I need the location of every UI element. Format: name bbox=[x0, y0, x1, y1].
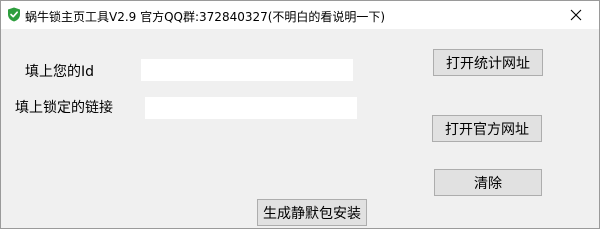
id-input[interactable] bbox=[141, 59, 353, 81]
link-input[interactable] bbox=[145, 97, 357, 119]
clear-button[interactable]: 清除 bbox=[434, 169, 542, 196]
shield-check-icon bbox=[7, 7, 21, 22]
window-title: 蜗牛锁主页工具V2.9 官方QQ群:372840327(不明白的看说明一下) bbox=[25, 10, 386, 24]
link-label: 填上锁定的链接 bbox=[15, 100, 113, 116]
close-icon bbox=[570, 9, 582, 21]
generate-silent-package-button[interactable]: 生成静默包安装 bbox=[257, 199, 367, 226]
title-bar[interactable]: 蜗牛锁主页工具V2.9 官方QQ群:372840327(不明白的看说明一下) bbox=[1, 1, 599, 29]
open-stats-url-button[interactable]: 打开统计网址 bbox=[433, 49, 543, 76]
close-button[interactable] bbox=[553, 1, 599, 29]
app-window: 蜗牛锁主页工具V2.9 官方QQ群:372840327(不明白的看说明一下) 填… bbox=[0, 0, 600, 229]
client-area: 填上您的Id 填上锁定的链接 打开统计网址 打开官方网址 清除 生成静默包安装 bbox=[1, 29, 599, 228]
open-official-url-button[interactable]: 打开官方网址 bbox=[432, 115, 542, 142]
id-label: 填上您的Id bbox=[25, 64, 95, 80]
